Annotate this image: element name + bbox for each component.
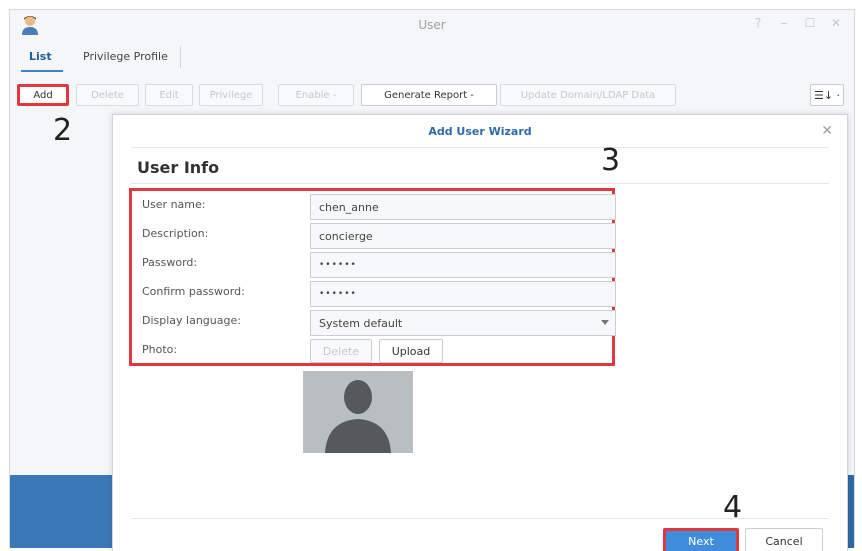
- confirm-password-label: Confirm password:: [142, 285, 245, 298]
- display-language-row: Display language: System default: [138, 310, 616, 336]
- delete-button[interactable]: Delete: [76, 84, 139, 106]
- section-title: User Info: [137, 158, 220, 177]
- screenshot-frame: User ? – ☐ ✕ List Privilege Profile Add …: [0, 0, 862, 551]
- tab-list[interactable]: List: [29, 50, 52, 63]
- description-input[interactable]: concierge: [310, 223, 616, 249]
- username-label: User name:: [142, 198, 206, 211]
- dialog-title: Add User Wizard: [428, 125, 532, 138]
- tab-bar: List Privilege Profile: [10, 44, 854, 72]
- edit-button[interactable]: Edit: [145, 84, 193, 106]
- section-divider: [131, 183, 829, 184]
- toolbar: Add Delete Edit Privilege Enable - Gener…: [10, 80, 854, 110]
- active-tab-indicator: [21, 70, 63, 72]
- add-button[interactable]: Add: [17, 84, 69, 106]
- dialog-close-icon[interactable]: ✕: [821, 123, 833, 139]
- user-info-form: User name: chen_anne Description: concie…: [129, 188, 616, 366]
- photo-label: Photo:: [142, 343, 178, 356]
- description-label: Description:: [142, 227, 209, 240]
- minimize-icon[interactable]: –: [778, 16, 790, 30]
- description-row: Description: concierge: [138, 223, 616, 249]
- password-label: Password:: [142, 256, 198, 269]
- photo-row: Photo: Delete Upload: [138, 339, 608, 363]
- photo-delete-button[interactable]: Delete: [310, 339, 372, 363]
- chevron-down-icon: [601, 320, 609, 325]
- generate-report-dropdown[interactable]: Generate Report -: [361, 84, 497, 106]
- window-title: User: [418, 18, 446, 32]
- step-4-callout: 4: [723, 490, 743, 525]
- photo-upload-button[interactable]: Upload: [379, 339, 443, 363]
- confirm-password-input[interactable]: ••••••: [310, 281, 616, 307]
- view-options-button[interactable]: ☰↓ ·: [810, 84, 844, 106]
- cancel-button[interactable]: Cancel: [745, 528, 823, 551]
- username-input[interactable]: chen_anne: [310, 194, 616, 220]
- close-window-icon[interactable]: ✕: [830, 16, 842, 30]
- display-language-select[interactable]: System default: [310, 310, 616, 336]
- next-button[interactable]: Next: [663, 528, 739, 551]
- tab-divider: [180, 46, 181, 68]
- username-row: User name: chen_anne: [138, 194, 616, 220]
- display-language-value: System default: [319, 316, 403, 330]
- dialog-header-divider: [131, 147, 829, 148]
- user-window: User ? – ☐ ✕ List Privilege Profile Add …: [9, 9, 855, 551]
- password-row: Password: ••••••: [138, 252, 616, 278]
- privilege-button[interactable]: Privilege: [199, 84, 263, 106]
- title-bar: User ? – ☐ ✕: [10, 10, 854, 38]
- display-language-label: Display language:: [142, 314, 241, 327]
- window-controls: ? – ☐ ✕: [752, 16, 842, 30]
- update-domain-button[interactable]: Update Domain/LDAP Data: [500, 84, 676, 106]
- add-user-wizard-dialog: Add User Wizard ✕ User Info 3 User name:…: [112, 114, 848, 551]
- person-silhouette-icon: [303, 371, 413, 453]
- user-avatar-placeholder: [303, 371, 413, 453]
- maximize-icon[interactable]: ☐: [804, 16, 816, 30]
- tab-privilege-profile[interactable]: Privilege Profile: [83, 50, 168, 63]
- help-icon[interactable]: ?: [752, 16, 764, 30]
- confirm-password-row: Confirm password: ••••••: [138, 281, 616, 307]
- step-3-callout: 3: [601, 143, 621, 178]
- step-2-callout: 2: [53, 113, 73, 148]
- password-input[interactable]: ••••••: [310, 252, 616, 278]
- enable-dropdown[interactable]: Enable -: [278, 84, 354, 106]
